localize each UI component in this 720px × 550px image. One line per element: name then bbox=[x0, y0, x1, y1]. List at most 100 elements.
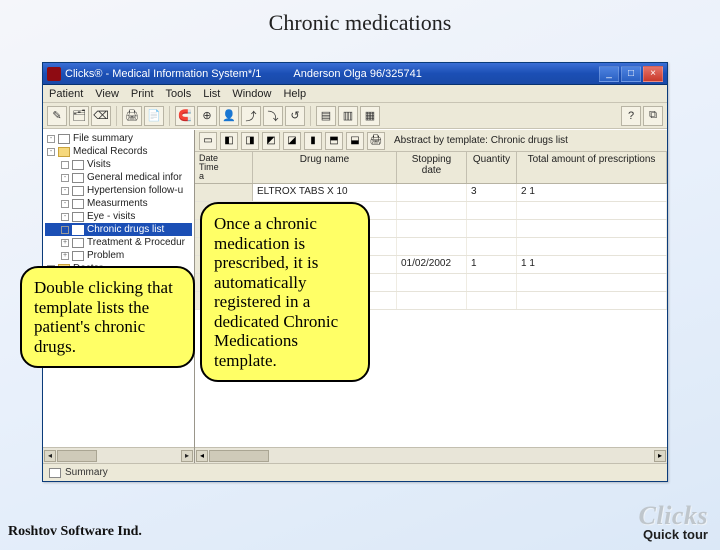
tree-item[interactable]: + Treatment & Procedur bbox=[45, 236, 192, 249]
tree-expander-icon[interactable]: - bbox=[61, 187, 69, 195]
scroll-thumb[interactable] bbox=[57, 450, 97, 462]
menu-view[interactable]: View bbox=[95, 88, 119, 100]
tree-expander-icon[interactable]: - bbox=[61, 226, 69, 234]
toolbar-btn-5[interactable]: 📄 bbox=[144, 106, 164, 126]
toolbar-help-icon[interactable]: ? bbox=[621, 106, 641, 126]
page-icon bbox=[72, 173, 84, 183]
sub-btn-6[interactable]: ▮ bbox=[304, 132, 322, 150]
tree-item[interactable]: - File summary bbox=[45, 132, 192, 145]
sub-btn-4[interactable]: ◩ bbox=[262, 132, 280, 150]
toolbar-btn-9[interactable]: ⤴ bbox=[241, 106, 261, 126]
cell-qty bbox=[467, 292, 517, 309]
toolbar-btn-12[interactable]: ▤ bbox=[316, 106, 336, 126]
sub-btn-print[interactable]: 🖨 bbox=[367, 132, 385, 150]
maximize-button[interactable]: □ bbox=[621, 66, 641, 82]
toolbar-btn-1[interactable]: ✎ bbox=[47, 106, 67, 126]
cell-qty: 1 bbox=[467, 256, 517, 273]
sub-btn-7[interactable]: ⬒ bbox=[325, 132, 343, 150]
cell-qty bbox=[467, 202, 517, 219]
toolbar-btn-8[interactable]: 👤 bbox=[219, 106, 239, 126]
cell-qty bbox=[467, 220, 517, 237]
h-scrollbar-tree[interactable]: ◂▸ bbox=[43, 447, 194, 463]
minimize-button[interactable]: _ bbox=[599, 66, 619, 82]
scroll-right-icon[interactable]: ▸ bbox=[654, 450, 666, 462]
page-icon bbox=[72, 225, 84, 235]
tree-expander-icon[interactable]: - bbox=[47, 148, 55, 156]
cell-stopping bbox=[397, 274, 467, 291]
tree-item[interactable]: -Chronic drugs list bbox=[45, 223, 192, 236]
toolbar-btn-3[interactable]: ⌫ bbox=[91, 106, 111, 126]
menu-window[interactable]: Window bbox=[232, 88, 271, 100]
toolbar-btn-6[interactable]: 🧲 bbox=[175, 106, 195, 126]
menubar: Patient View Print Tools List Window Hel… bbox=[43, 85, 667, 103]
tree-expander-icon[interactable]: - bbox=[61, 200, 69, 208]
page-icon bbox=[72, 212, 84, 222]
toolbar-btn-15[interactable]: ⧉ bbox=[643, 106, 663, 126]
toolbar: ✎ 🗂 ⌫ 🖨 📄 🧲 ⊕ 👤 ⤴ ⤵ ↺ ▤ ▥ ▦ ? ⧉ bbox=[43, 103, 667, 129]
grid-header-qty[interactable]: Quantity bbox=[467, 152, 517, 183]
grid-header-stop[interactable]: Stopping date bbox=[397, 152, 467, 183]
toolbar-btn-13[interactable]: ▥ bbox=[338, 106, 358, 126]
page-icon bbox=[72, 199, 84, 209]
tree-item[interactable]: -General medical infor bbox=[45, 171, 192, 184]
tree-item-label: File summary bbox=[73, 133, 133, 144]
tree-expander-icon[interactable]: + bbox=[61, 252, 69, 260]
cell-stopping bbox=[397, 238, 467, 255]
sub-btn-2[interactable]: ◧ bbox=[220, 132, 238, 150]
scroll-thumb[interactable] bbox=[209, 450, 269, 462]
toolbar-btn-7[interactable]: ⊕ bbox=[197, 106, 217, 126]
page-icon bbox=[72, 238, 84, 248]
tree-expander-icon[interactable]: - bbox=[47, 135, 55, 143]
tree-expander-icon[interactable]: + bbox=[61, 239, 69, 247]
scroll-right-icon[interactable]: ▸ bbox=[181, 450, 193, 462]
titlebar[interactable]: Clicks® - Medical Information System*/1 … bbox=[43, 63, 667, 85]
tree-item[interactable]: -Measurments bbox=[45, 197, 192, 210]
tree-expander-icon[interactable]: - bbox=[61, 174, 69, 182]
tree-item-label: Treatment & Procedur bbox=[87, 237, 185, 248]
tree-item[interactable]: +Problem bbox=[45, 249, 192, 262]
grid-header-drug[interactable]: Drug name bbox=[253, 152, 397, 183]
toolbar-btn-2[interactable]: 🗂 bbox=[69, 106, 89, 126]
tree-item[interactable]: -Hypertension follow-u bbox=[45, 184, 192, 197]
cell-stopping: 01/02/2002 bbox=[397, 256, 467, 273]
toolbar-btn-10[interactable]: ⤵ bbox=[263, 106, 283, 126]
sub-btn-8[interactable]: ⬓ bbox=[346, 132, 364, 150]
toolbar-btn-11[interactable]: ↺ bbox=[285, 106, 305, 126]
sub-btn-3[interactable]: ◨ bbox=[241, 132, 259, 150]
tree-item[interactable]: -Eye - visits bbox=[45, 210, 192, 223]
page-icon bbox=[72, 160, 84, 170]
row-date-cell bbox=[195, 184, 253, 201]
close-button[interactable]: × bbox=[643, 66, 663, 82]
tree-expander-icon[interactable] bbox=[61, 161, 69, 169]
menu-help[interactable]: Help bbox=[283, 88, 306, 100]
cell-total: 2 1 bbox=[517, 184, 667, 201]
status-text: Summary bbox=[65, 467, 108, 478]
cell-qty bbox=[467, 238, 517, 255]
menu-tools[interactable]: Tools bbox=[166, 88, 192, 100]
cell-qty: 3 bbox=[467, 184, 517, 201]
toolbar-btn-14[interactable]: ▦ bbox=[360, 106, 380, 126]
tree-item[interactable]: Visits bbox=[45, 158, 192, 171]
table-row[interactable]: ELTROX TABS X 1032 1 bbox=[195, 184, 667, 202]
sub-btn-5[interactable]: ◪ bbox=[283, 132, 301, 150]
cell-total bbox=[517, 274, 667, 291]
h-scrollbar-main[interactable]: ◂ ▸ bbox=[195, 447, 667, 463]
folder-icon bbox=[58, 147, 70, 157]
toolbar-btn-4[interactable]: 🖨 bbox=[122, 106, 142, 126]
cell-stopping bbox=[397, 202, 467, 219]
scroll-left-icon[interactable]: ◂ bbox=[44, 450, 56, 462]
grid-header-total[interactable]: Total amount of prescriptions bbox=[517, 152, 667, 183]
menu-patient[interactable]: Patient bbox=[49, 88, 83, 100]
tree-expander-icon[interactable]: - bbox=[61, 213, 69, 221]
scroll-left-icon[interactable]: ◂ bbox=[196, 450, 208, 462]
callout-chronic-template: Once a chronic medication is prescribed,… bbox=[200, 202, 370, 382]
status-icon bbox=[49, 468, 61, 478]
cell-stopping bbox=[397, 220, 467, 237]
tree-item[interactable]: -Medical Records bbox=[45, 145, 192, 158]
sub-btn-1[interactable]: ▭ bbox=[199, 132, 217, 150]
grid-header-left[interactable]: Date Time a bbox=[195, 152, 253, 183]
grid-header: Date Time a Drug name Stopping date Quan… bbox=[195, 152, 667, 184]
menu-print[interactable]: Print bbox=[131, 88, 154, 100]
app-icon bbox=[47, 67, 61, 81]
menu-list[interactable]: List bbox=[203, 88, 220, 100]
